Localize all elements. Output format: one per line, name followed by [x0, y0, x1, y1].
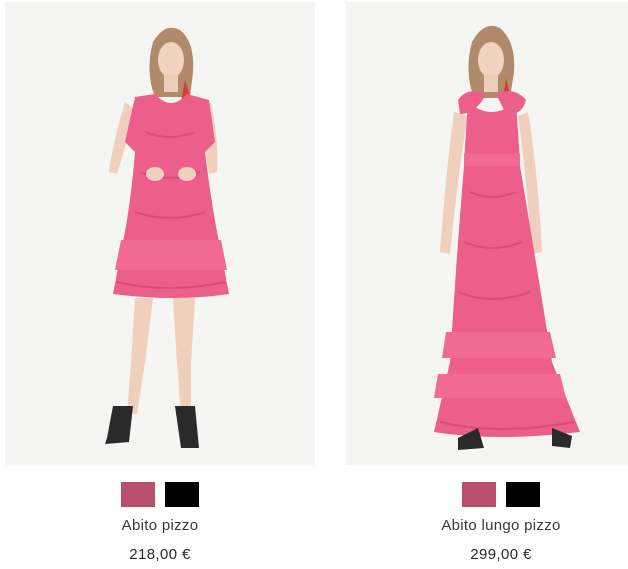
black-swatch[interactable]: [506, 482, 540, 507]
product-name[interactable]: Abito lungo pizzo: [346, 517, 628, 534]
product-price: 218,00 €: [129, 546, 191, 563]
black-swatch[interactable]: [165, 482, 199, 507]
color-swatches: [346, 482, 628, 508]
product-image[interactable]: [346, 2, 628, 465]
product-image[interactable]: [5, 2, 315, 465]
model-short-dress-image: [105, 27, 229, 448]
product-card[interactable]: Abito lungo pizzo 299,00 €: [346, 0, 628, 569]
pink-swatch[interactable]: [121, 482, 155, 507]
pink-swatch[interactable]: [462, 482, 496, 507]
product-card[interactable]: Abito pizzo 218,00 €: [5, 0, 315, 569]
product-price: 299,00 €: [470, 546, 532, 563]
model-long-dress-image: [434, 25, 580, 450]
product-name[interactable]: Abito pizzo: [5, 517, 315, 534]
color-swatches: [5, 482, 315, 508]
